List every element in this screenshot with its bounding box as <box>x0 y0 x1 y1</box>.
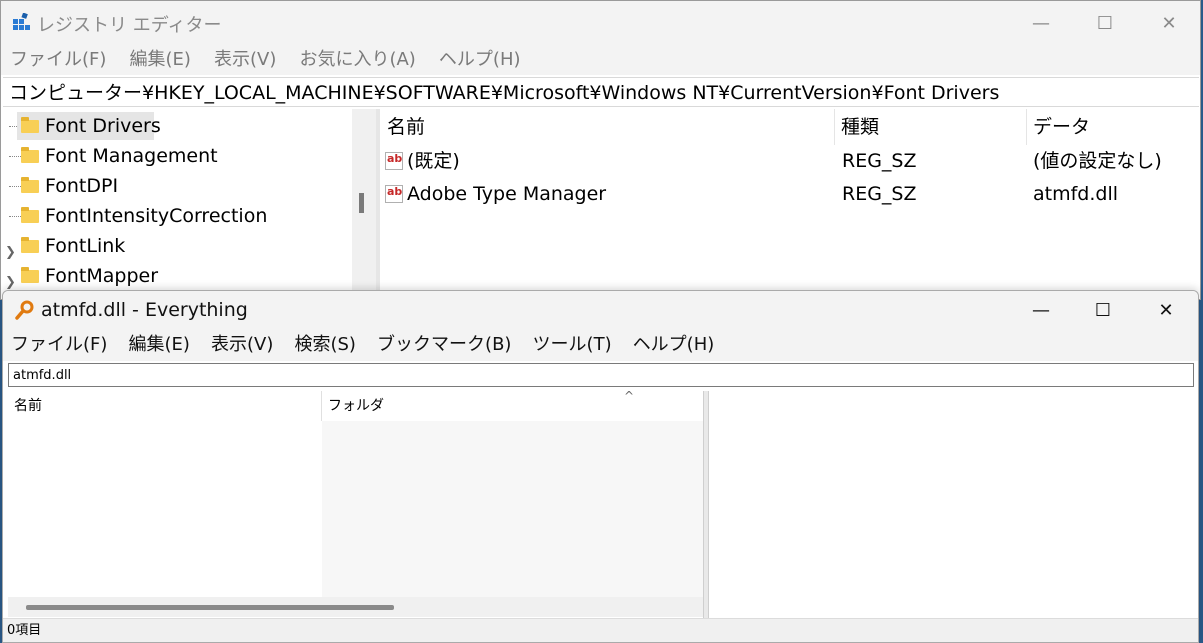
close-icon: ✕ <box>1158 299 1174 321</box>
sort-ascending-icon: ^ <box>624 389 635 403</box>
everything-title: atmfd.dll - Everything <box>41 299 248 321</box>
maximize-icon: ☐ <box>1096 12 1114 34</box>
everything-window: atmfd.dll - Everything — ☐ ✕ ファイル(F) 編集(… <box>2 290 1199 643</box>
tree-item-fontmapper[interactable]: ❯ FontMapper <box>3 262 377 290</box>
column-header-name[interactable]: 名前 <box>8 391 322 421</box>
menu-search[interactable]: 検索(S) <box>286 329 363 361</box>
menu-view[interactable]: 表示(V) <box>203 329 281 361</box>
tree-item-label: Font Drivers <box>45 115 161 137</box>
tree-item-fontlink[interactable]: ❯ FontLink <box>3 232 377 260</box>
preview-pane <box>709 391 1196 618</box>
value-row[interactable]: ab (既定) REG_SZ (値の設定なし) <box>381 145 1199 177</box>
value-name: (既定) <box>407 150 460 172</box>
registry-editor-window: レジストリ エディター — ☐ ✕ ファイル(F) 編集(E) 表示(V) お気… <box>0 0 1201 300</box>
tree-item-fontdpi[interactable]: FontDPI <box>3 172 377 200</box>
value-row[interactable]: ab Adobe Type Manager REG_SZ atmfd.dll <box>381 178 1199 210</box>
folder-icon <box>21 117 39 133</box>
maximize-icon: ☐ <box>1094 299 1112 321</box>
folder-icon <box>21 147 39 163</box>
regedit-menubar: ファイル(F) 編集(E) 表示(V) お気に入り(A) ヘルプ(H) <box>1 45 1200 75</box>
tree-item-label: FontMapper <box>45 265 159 287</box>
tree-scrollbar[interactable] <box>352 109 376 299</box>
regedit-app-icon <box>13 13 30 30</box>
value-list: 名前 種類 データ ab (既定) REG_SZ (値の設定なし) ab Ado… <box>381 109 1199 299</box>
column-header-folder[interactable]: フォルダ <box>322 391 704 421</box>
column-header-type[interactable]: 種類 <box>835 109 1027 145</box>
results-list[interactable]: 名前 フォルダ ^ <box>8 389 704 618</box>
folder-icon <box>21 237 39 253</box>
tree-item-font-management[interactable]: Font Management <box>3 142 377 170</box>
minimize-button[interactable]: — <box>1009 1 1073 45</box>
menu-help[interactable]: ヘルプ(H) <box>625 329 723 361</box>
menu-file[interactable]: ファイル(F) <box>3 329 115 361</box>
folder-icon <box>21 207 39 223</box>
menu-view[interactable]: 表示(V) <box>205 45 285 75</box>
minimize-button[interactable]: — <box>1009 291 1073 329</box>
value-name: Adobe Type Manager <box>407 183 607 205</box>
address-bar[interactable]: コンピューター¥HKEY_LOCAL_MACHINE¥SOFTWARE¥Micr… <box>3 77 1199 107</box>
maximize-button[interactable]: ☐ <box>1071 291 1135 329</box>
column-header-name[interactable]: 名前 <box>381 109 835 145</box>
regedit-title: レジストリ エディター <box>37 15 222 36</box>
regedit-titlebar[interactable]: レジストリ エディター — ☐ ✕ <box>1 1 1200 45</box>
key-tree: Font Drivers Font Management FontDPI Fon… <box>3 109 377 299</box>
menu-edit[interactable]: 編集(E) <box>121 329 198 361</box>
tree-item-label: FontIntensityCorrection <box>45 205 268 227</box>
value-data: atmfd.dll <box>1033 183 1119 205</box>
string-value-icon: ab <box>385 185 403 203</box>
everything-titlebar[interactable]: atmfd.dll - Everything — ☐ ✕ <box>3 291 1198 329</box>
tree-item-label: FontDPI <box>45 175 119 197</box>
maximize-button[interactable]: ☐ <box>1073 1 1137 45</box>
pane-splitter[interactable] <box>376 109 380 299</box>
folder-column-area <box>322 421 704 597</box>
minimize-icon: — <box>1032 299 1050 321</box>
value-type: REG_SZ <box>842 150 917 172</box>
everything-menubar: ファイル(F) 編集(E) 表示(V) 検索(S) ブックマーク(B) ツール(… <box>3 329 1198 361</box>
menu-tools[interactable]: ツール(T) <box>525 329 620 361</box>
column-header-data[interactable]: データ <box>1027 109 1199 145</box>
menu-help[interactable]: ヘルプ(H) <box>430 45 530 75</box>
column-header-folder-label: フォルダ <box>328 398 384 414</box>
folder-icon <box>21 177 39 193</box>
menu-bookmarks[interactable]: ブックマーク(B) <box>369 329 519 361</box>
close-button[interactable]: ✕ <box>1137 1 1201 45</box>
scrollbar-thumb[interactable] <box>26 605 394 610</box>
magnifier-icon <box>15 300 34 320</box>
close-icon: ✕ <box>1161 12 1177 34</box>
value-type: REG_SZ <box>842 183 917 205</box>
tree-item-label: FontLink <box>45 235 126 257</box>
menu-edit[interactable]: 編集(E) <box>121 45 200 75</box>
folder-icon <box>21 267 39 283</box>
search-input[interactable] <box>8 363 1194 387</box>
close-button[interactable]: ✕ <box>1134 291 1198 329</box>
result-count: 0項目 <box>7 623 42 638</box>
minimize-icon: — <box>1032 12 1050 34</box>
tree-item-label: Font Management <box>45 145 218 167</box>
menu-file[interactable]: ファイル(F) <box>1 45 115 75</box>
value-data: (値の設定なし) <box>1033 150 1162 172</box>
tree-item-font-drivers[interactable]: Font Drivers <box>3 112 377 140</box>
status-bar: 0項目 <box>3 618 1198 642</box>
horizontal-scrollbar[interactable] <box>8 597 704 617</box>
tree-item-fontintensitycorrection[interactable]: FontIntensityCorrection <box>3 202 377 230</box>
scrollbar-thumb[interactable] <box>359 193 364 213</box>
menu-favorites[interactable]: お気に入り(A) <box>290 45 424 75</box>
string-value-icon: ab <box>385 152 403 170</box>
